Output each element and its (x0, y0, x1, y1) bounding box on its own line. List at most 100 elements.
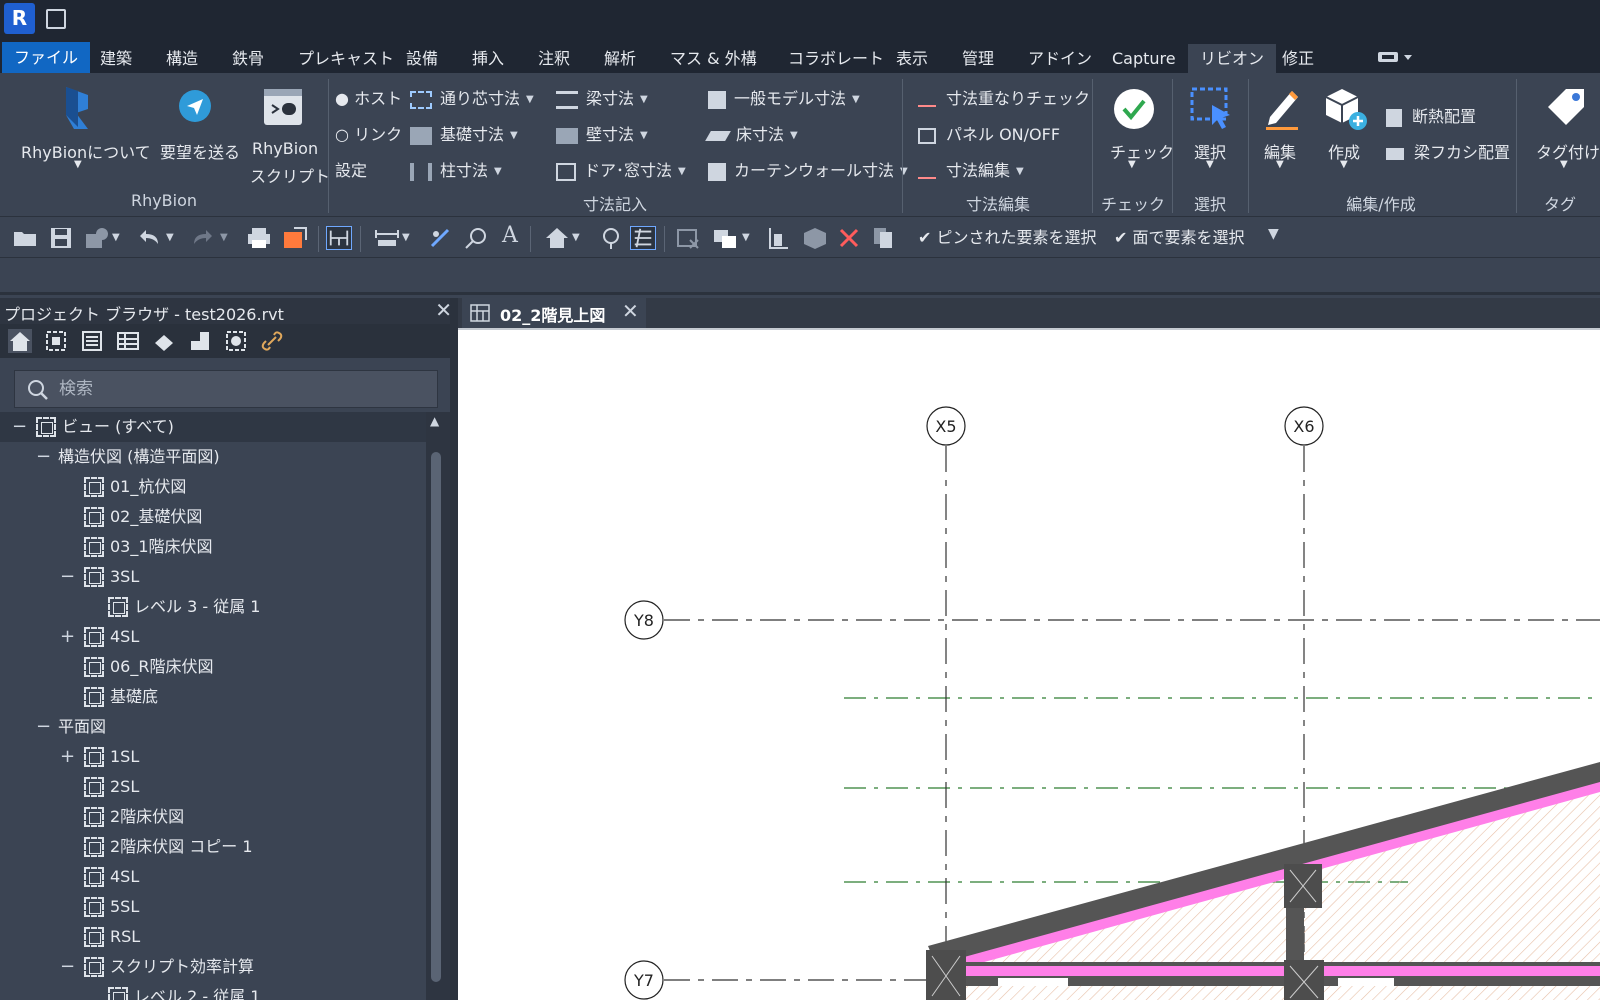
tab-insert[interactable]: 挿入 (460, 44, 516, 73)
tab-file[interactable]: ファイル (2, 42, 91, 73)
spot-elevation-icon[interactable] (428, 226, 454, 250)
aligned-dimension-icon[interactable] (374, 226, 400, 250)
customize-toolbar-icon[interactable]: ▼ (1268, 226, 1294, 250)
tag-by-category-icon[interactable] (464, 226, 490, 250)
collapse-icon[interactable]: − (36, 712, 51, 742)
browser-scrollbar[interactable]: ▲ (426, 412, 450, 1000)
chevron-down-icon[interactable]: ▼ (74, 159, 82, 170)
tab-analyze[interactable]: 解析 (592, 44, 648, 73)
column[interactable] (1284, 864, 1322, 908)
host-radio[interactable]: ● ホスト (335, 85, 402, 109)
links-icon[interactable] (260, 329, 284, 353)
close-hidden-windows-icon[interactable] (676, 226, 702, 250)
plan-drawing[interactable]: X5 X6 Y8 Y7 (458, 330, 1600, 1000)
copy-icon[interactable] (870, 226, 896, 250)
chevron-down-icon[interactable]: ▼ (1128, 159, 1136, 170)
chevron-down-icon[interactable]: ▼ (1206, 159, 1214, 170)
check-button[interactable]: チェック (1110, 139, 1174, 163)
tab-annotate[interactable]: 注釈 (526, 44, 582, 73)
open-folder-icon[interactable] (12, 226, 38, 250)
undo-icon[interactable] (136, 226, 162, 250)
save-icon[interactable] (48, 226, 74, 250)
scrollbar-thumb[interactable] (431, 452, 441, 982)
families-icon[interactable] (188, 329, 212, 353)
tab-modify[interactable]: 修正 (1270, 44, 1326, 73)
grid-bubble-x6[interactable]: X6 (1284, 406, 1324, 446)
column[interactable] (926, 950, 966, 1000)
tab-massing[interactable]: マス & 外構 (658, 44, 769, 73)
tab-rhybion[interactable]: リビオン (1188, 44, 1277, 73)
search-input[interactable] (59, 377, 419, 401)
sync-icon[interactable] (84, 226, 110, 250)
chevron-down-icon[interactable]: ▼ (742, 232, 768, 256)
grid-bubble-y8[interactable]: Y8 (624, 600, 664, 640)
rhybion-about-button[interactable]: RhyBionについて (21, 139, 151, 163)
home-3d-icon[interactable] (544, 226, 570, 250)
tab-addins[interactable]: アドイン (1016, 44, 1104, 73)
revit-logo[interactable]: R (4, 3, 35, 34)
select-pinned-toggle[interactable]: ✔ ピンされた要素を選択 (918, 224, 1097, 248)
door-window-dimension-button[interactable]: ドア･窓寸法 ▼ (556, 157, 686, 181)
tab-steel[interactable]: 鉄骨 (220, 44, 276, 73)
wall-dimension-button[interactable]: 壁寸法 ▼ (556, 121, 648, 145)
select-by-face-toggle[interactable]: ✔ 面で要素を選択 (1114, 224, 1245, 248)
dimension-edit-button[interactable]: 寸法編集 ▼ (918, 157, 1024, 181)
expand-icon[interactable]: + (60, 622, 75, 652)
print-icon[interactable] (246, 226, 272, 250)
tab-systems[interactable]: 設備 (394, 44, 450, 73)
chevron-down-icon[interactable]: ▼ (1276, 159, 1284, 170)
beam-dimension-button[interactable]: 梁寸法 ▼ (556, 85, 648, 109)
delete-icon[interactable] (836, 226, 862, 250)
panel-splitter[interactable] (450, 298, 458, 1000)
insulation-place-button[interactable]: 断熱配置 (1386, 103, 1476, 127)
thin-lines-icon[interactable] (630, 226, 656, 250)
chevron-down-icon[interactable]: ▼ (1340, 159, 1348, 170)
floor-dimension-button[interactable]: 床寸法 ▼ (705, 121, 798, 145)
chevron-down-icon[interactable]: ▼ (220, 232, 246, 256)
collapse-icon[interactable]: − (60, 952, 75, 982)
chevron-down-icon[interactable]: ▼ (572, 232, 598, 256)
beam-sash-place-button[interactable]: 梁フカシ配置 (1386, 139, 1510, 163)
tag-button[interactable]: タグ付け (1536, 139, 1600, 163)
close-icon[interactable]: ✕ (622, 299, 639, 323)
generic-model-dimension-button[interactable]: 一般モデル寸法 ▼ (708, 85, 860, 109)
legends-icon[interactable] (80, 329, 104, 353)
tree-item[interactable]: − ビュー (すべて) (0, 412, 426, 442)
section-icon[interactable] (598, 226, 624, 250)
schedules-icon[interactable] (116, 329, 140, 353)
tab-manage[interactable]: 管理 (950, 44, 1006, 73)
tab-capture[interactable]: Capture (1100, 44, 1188, 73)
column[interactable] (1284, 960, 1324, 1000)
chevron-down-icon[interactable]: ▼ (166, 232, 192, 256)
view-tab[interactable]: 02_2階見上図 ✕ (462, 298, 646, 328)
collapse-icon[interactable]: − (60, 562, 75, 592)
tab-collaborate[interactable]: コラボレート (776, 44, 896, 73)
ribbon-toggle-icon[interactable] (1362, 44, 1426, 73)
drawing-canvas[interactable]: X5 X6 Y8 Y7 (458, 328, 1600, 1000)
collapse-icon[interactable]: − (12, 412, 27, 442)
collapse-icon[interactable]: − (36, 442, 51, 472)
curtain-wall-dimension-button[interactable]: カーテンウォール寸法 ▼ (708, 157, 908, 181)
tab-structure[interactable]: 構造 (154, 44, 210, 73)
redo-icon[interactable] (190, 226, 216, 250)
switch-windows-icon[interactable] (712, 226, 738, 250)
measure-tool-icon[interactable] (326, 226, 352, 250)
sheets-icon[interactable] (152, 329, 176, 353)
feedback-button[interactable]: 要望を送る (160, 139, 240, 163)
grid-dimension-button[interactable]: 通り芯寸法 ▼ (410, 85, 534, 109)
column-dimension-button[interactable]: 柱寸法 ▼ (410, 157, 502, 181)
settings-button[interactable]: 設定 (335, 157, 367, 181)
script-button-line1[interactable]: RhyBion (252, 139, 318, 158)
groups-icon[interactable] (224, 329, 248, 353)
3d-view-icon[interactable] (802, 226, 828, 250)
tab-architecture[interactable]: 建築 (88, 44, 144, 73)
views-icon[interactable] (44, 329, 68, 353)
link-radio[interactable]: ○ リンク (335, 121, 402, 145)
chevron-down-icon[interactable]: ▼ (402, 232, 428, 256)
dimension-overlap-check-button[interactable]: 寸法重なりチェック (918, 85, 1090, 109)
scroll-up-icon[interactable]: ▲ (430, 414, 439, 428)
chevron-down-icon[interactable]: ▼ (1560, 159, 1568, 170)
chevron-down-icon[interactable]: ▼ (112, 232, 138, 256)
script-button-line2[interactable]: スクリプト (250, 163, 330, 187)
tab-view[interactable]: 表示 (884, 44, 940, 73)
